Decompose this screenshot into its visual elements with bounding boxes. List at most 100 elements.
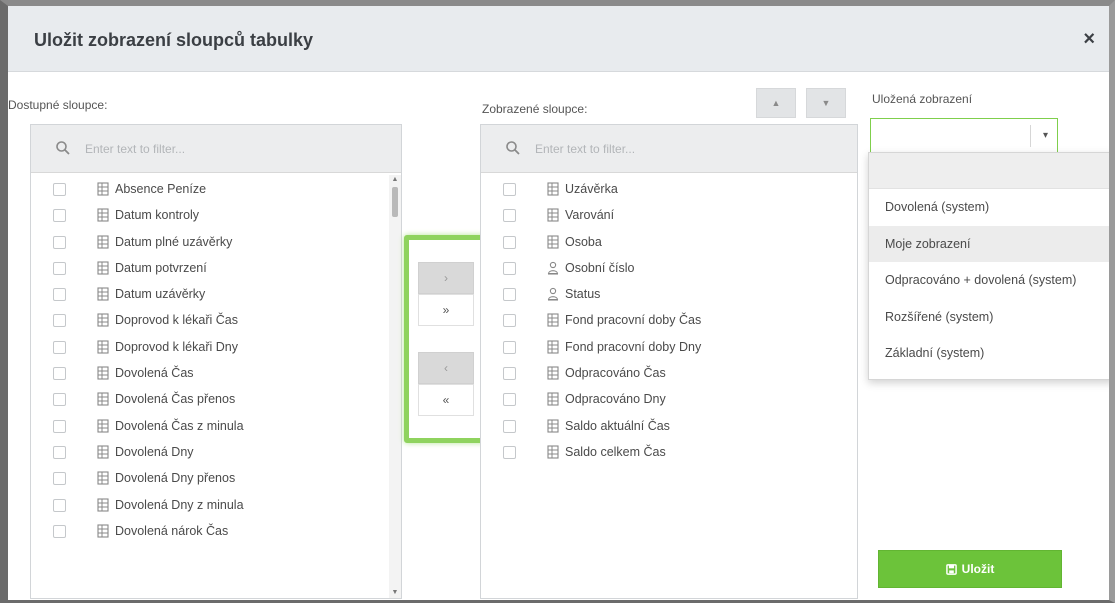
item-label: Fond pracovní doby Čas (565, 313, 702, 328)
scroll-down-icon[interactable]: ▼ (391, 589, 399, 596)
move-down-button[interactable]: ▼ (806, 88, 846, 118)
item-checkbox[interactable] (53, 314, 66, 328)
transfer-buttons-group: › » ‹ « (404, 235, 488, 443)
displayed-filter-input[interactable] (535, 139, 775, 159)
available-filter-input[interactable] (85, 139, 325, 159)
dropdown-option[interactable]: Dovolená (system) (869, 189, 1109, 226)
list-item[interactable]: Saldo celkem Čas (481, 440, 857, 466)
item-checkbox[interactable] (53, 209, 66, 223)
person-icon (547, 261, 559, 275)
floppy-disk-icon (945, 564, 957, 575)
table-icon (97, 261, 109, 275)
list-item[interactable]: Doprovod k lékaři Dny (31, 335, 401, 361)
item-checkbox[interactable] (503, 340, 516, 354)
table-icon (97, 445, 109, 459)
list-item[interactable]: Odpracováno Dny (481, 387, 857, 413)
list-item[interactable]: Fond pracovní doby Dny (481, 335, 857, 361)
dropdown-option[interactable]: Základní (system) (869, 335, 1109, 372)
item-checkbox[interactable] (53, 472, 66, 486)
dropdown-empty-option[interactable] (869, 153, 1109, 189)
list-item[interactable]: Dovolená nárok Čas (31, 519, 401, 545)
item-label: Saldo celkem Čas (565, 444, 666, 459)
move-left-button[interactable]: ‹ (418, 352, 474, 384)
table-icon (547, 208, 559, 222)
item-checkbox[interactable] (53, 340, 66, 354)
list-item[interactable]: Datum uzávěrky (31, 282, 401, 308)
list-item[interactable]: Dovolená Dny z minula (31, 493, 401, 519)
chevron-down-icon[interactable]: ▾ (1043, 130, 1048, 141)
move-all-right-button[interactable]: » (418, 294, 474, 326)
list-item[interactable]: Dovolená Čas z minula (31, 414, 401, 440)
item-checkbox[interactable] (503, 209, 516, 223)
item-checkbox[interactable] (53, 445, 66, 459)
item-label: Dovolená Čas (115, 366, 194, 381)
displayed-items: Uzávěrka Varování Osoba Osobní číslo Status F… (481, 177, 857, 598)
move-all-left-button[interactable]: « (418, 384, 474, 416)
item-checkbox[interactable] (53, 367, 66, 381)
available-columns-list[interactable]: Absence Peníze Datum kontroly Datum plné u… (30, 124, 402, 599)
select-divider (1030, 125, 1031, 147)
list-item[interactable]: Doprovod k lékaři Čas (31, 308, 401, 334)
saved-views-select[interactable]: ▾ (870, 118, 1058, 154)
item-checkbox[interactable] (503, 183, 516, 196)
item-label: Datum kontroly (115, 208, 200, 223)
item-checkbox[interactable] (503, 445, 516, 459)
dropdown-option[interactable]: Rozšířené (system) (869, 299, 1109, 336)
item-checkbox[interactable] (53, 498, 66, 512)
displayed-columns-label: Zobrazené sloupce: (482, 102, 588, 116)
item-checkbox[interactable] (503, 367, 516, 381)
list-item[interactable]: Varování (481, 203, 857, 229)
list-item[interactable]: Status (481, 282, 857, 308)
dropdown-option[interactable]: Odpracováno + dovolená (system) (869, 262, 1109, 299)
list-item[interactable]: Datum potvrzení (31, 256, 401, 282)
item-checkbox[interactable] (503, 314, 516, 328)
list-item[interactable]: Uzávěrka (481, 177, 857, 203)
close-icon[interactable]: × (1083, 28, 1095, 51)
item-checkbox[interactable] (503, 235, 516, 249)
item-checkbox[interactable] (503, 288, 516, 302)
scroll-up-icon[interactable]: ▲ (391, 176, 399, 183)
table-icon (97, 182, 109, 196)
list-item[interactable]: Odpracováno Čas (481, 361, 857, 387)
item-checkbox[interactable] (53, 419, 66, 433)
list-item[interactable]: Osoba (481, 230, 857, 256)
item-checkbox[interactable] (53, 524, 66, 538)
dialog-title: Uložit zobrazení sloupců tabulky (34, 30, 314, 50)
item-checkbox[interactable] (503, 419, 516, 433)
save-button[interactable]: Uložit (878, 550, 1062, 588)
list-item[interactable]: Dovolená Dny přenos (31, 466, 401, 492)
list-item[interactable]: Fond pracovní doby Čas (481, 308, 857, 334)
list-item[interactable]: Osobní číslo (481, 256, 857, 282)
move-right-button[interactable]: › (418, 262, 474, 294)
item-checkbox[interactable] (53, 235, 66, 249)
item-label: Saldo aktuální Čas (565, 418, 670, 433)
item-checkbox[interactable] (53, 261, 66, 275)
table-icon (97, 235, 109, 249)
item-label: Doprovod k lékaři Dny (115, 339, 238, 354)
item-checkbox[interactable] (53, 183, 66, 196)
table-icon (547, 235, 559, 249)
item-checkbox[interactable] (503, 393, 516, 407)
item-checkbox[interactable] (53, 393, 66, 407)
save-column-view-dialog: Uložit zobrazení sloupců tabulky × Dostu… (0, 0, 1115, 603)
list-item[interactable]: Datum kontroly (31, 203, 401, 229)
dropdown-option[interactable]: Moje zobrazení (869, 225, 1109, 262)
available-scrollbar[interactable]: ▲ ▼ (389, 175, 401, 598)
dropdown-options: Dovolená (system) Moje zobrazení Odpracová… (869, 189, 1109, 372)
list-item[interactable]: Dovolená Dny (31, 440, 401, 466)
move-up-button[interactable]: ▲ (756, 88, 796, 118)
table-icon (547, 340, 559, 354)
scroll-thumb[interactable] (392, 187, 398, 217)
item-label: Dovolená Čas přenos (115, 392, 236, 407)
table-icon (97, 208, 109, 222)
list-item[interactable]: Datum plné uzávěrky (31, 230, 401, 256)
list-item[interactable]: Dovolená Čas (31, 361, 401, 387)
item-label: Datum uzávěrky (115, 287, 206, 302)
item-checkbox[interactable] (53, 288, 66, 302)
list-item[interactable]: Absence Peníze (31, 177, 401, 203)
list-item[interactable]: Saldo aktuální Čas (481, 414, 857, 440)
list-item[interactable]: Dovolená Čas přenos (31, 387, 401, 413)
item-checkbox[interactable] (503, 261, 516, 275)
saved-views-dropdown: Dovolená (system) Moje zobrazení Odpracová… (868, 152, 1109, 380)
displayed-columns-list[interactable]: Uzávěrka Varování Osoba Osobní číslo Status F… (480, 124, 858, 599)
